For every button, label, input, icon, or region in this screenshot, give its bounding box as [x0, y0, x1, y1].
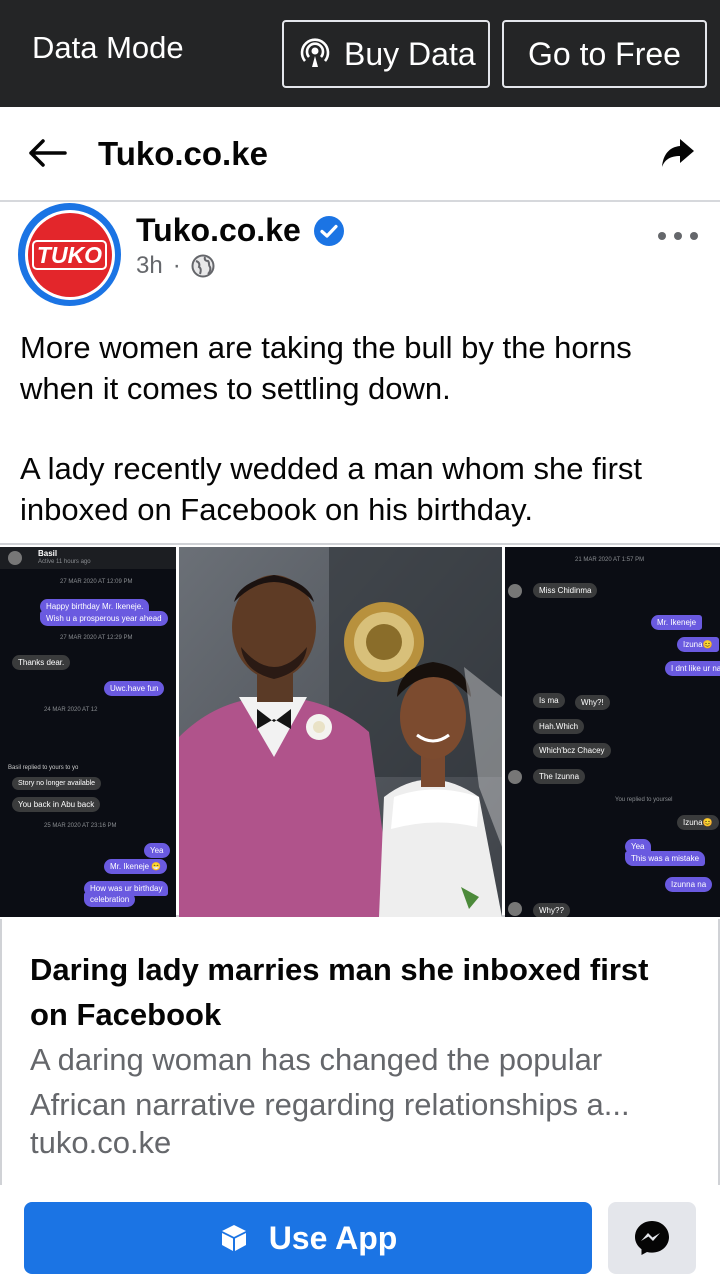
- wedding-couple-illustration: [179, 547, 502, 917]
- tuko-logo: TUKO: [31, 239, 108, 270]
- more-dot-icon: [658, 232, 666, 240]
- page-name-text: Tuko.co.ke: [136, 212, 301, 248]
- more-dot-icon: [690, 232, 698, 240]
- go-to-free-button[interactable]: Go to Free: [502, 20, 707, 88]
- post-paragraph: More women are taking the bull by the ho…: [20, 330, 632, 406]
- data-mode-label: Data Mode: [32, 30, 184, 65]
- link-title: Daring lady marries man she inboxed firs…: [30, 952, 649, 1032]
- chat-message: Mr. Ikeneje: [651, 615, 703, 630]
- chat-message: You back in Abu back: [12, 797, 101, 812]
- chat-message: Story no longer available: [12, 777, 102, 790]
- chat-message: The Izunna: [533, 769, 586, 784]
- post-time[interactable]: 3h: [136, 252, 163, 280]
- cube-icon: [219, 1223, 269, 1253]
- chat-message: Izuna😊: [677, 637, 719, 652]
- buy-data-label: Buy Data: [344, 35, 476, 72]
- chat-message: I dnt like ur name: [665, 661, 720, 676]
- chat-message: Which'bcz Chacey: [533, 743, 611, 758]
- back-button[interactable]: [24, 133, 70, 173]
- chat-contact-name: Basil: [38, 549, 58, 558]
- chat-timestamp: 21 MAR 2020 AT 1:57 PM: [575, 557, 645, 563]
- share-arrow-icon: [660, 137, 696, 169]
- chat-message: Miss Chidinma: [533, 583, 598, 598]
- chat-reply-note: Basil replied to yours to yo: [8, 765, 79, 771]
- chat-message: Why??: [533, 903, 570, 917]
- chat-message: celebration: [84, 892, 136, 907]
- chat-message: Mr. Ikeneje 😁: [104, 859, 168, 874]
- post-meta: 3h ·: [136, 252, 215, 280]
- link-domain: tuko.co.ke: [30, 1125, 172, 1160]
- globe-icon: [191, 254, 215, 278]
- wedding-photo[interactable]: [179, 547, 502, 917]
- chat-status: Active 11 hours ago: [38, 559, 91, 565]
- buy-data-button[interactable]: Buy Data: [282, 20, 490, 88]
- use-app-button[interactable]: Use App: [24, 1202, 592, 1274]
- use-app-label: Use App: [268, 1219, 398, 1256]
- chat-timestamp: 24 MAR 2020 AT 12: [44, 707, 98, 713]
- link-description: A daring woman has changed the popular A…: [30, 1042, 630, 1122]
- post-image-collage[interactable]: Basil Active 11 hours ago 27 MAR 2020 AT…: [0, 543, 720, 917]
- more-dot-icon: [674, 232, 682, 240]
- chat-timestamp: 25 MAR 2020 AT 23:16 PM: [44, 823, 117, 829]
- link-preview-card[interactable]: Daring lady marries man she inboxed firs…: [0, 919, 720, 1185]
- post-text: More women are taking the bull by the ho…: [20, 328, 700, 530]
- broadcast-icon: [298, 37, 344, 71]
- meta-separator: ·: [172, 252, 181, 279]
- header-title: Tuko.co.ke: [98, 135, 268, 172]
- chat-timestamp: 27 MAR 2020 AT 12:09 PM: [60, 579, 133, 585]
- share-button[interactable]: [658, 133, 698, 173]
- more-options-button[interactable]: [658, 224, 698, 248]
- post-paragraph: A lady recently wedded a man whom she fi…: [20, 451, 643, 527]
- page-avatar[interactable]: TUKO: [18, 203, 121, 306]
- chat-message: Yea: [144, 843, 170, 858]
- chat-message: Why?!: [575, 695, 610, 710]
- chat-message: Is ma: [533, 693, 565, 708]
- chat-message: Izunna na: [665, 877, 713, 892]
- messenger-button[interactable]: [608, 1202, 696, 1274]
- chat-screenshot-left[interactable]: Basil Active 11 hours ago 27 MAR 2020 AT…: [0, 547, 176, 917]
- chat-message: Hah.Which: [533, 719, 585, 734]
- post-page-name[interactable]: Tuko.co.ke: [136, 212, 345, 249]
- chat-message: Wish u a prosperous year ahead: [40, 611, 168, 626]
- verified-badge-icon: [313, 215, 345, 247]
- chat-message: Thanks dear.: [12, 655, 71, 670]
- bottom-bar: Use App: [0, 1187, 720, 1287]
- chat-message: This was a mistake: [625, 851, 706, 866]
- chat-timestamp: 27 MAR 2020 AT 12:29 PM: [60, 635, 133, 641]
- data-mode-banner: Data Mode Buy Data Go to Free: [0, 0, 720, 107]
- go-to-free-label: Go to Free: [528, 35, 681, 72]
- chat-reply-note: You replied to yoursel: [615, 797, 673, 803]
- chat-message: Izuna😊: [677, 815, 719, 830]
- messenger-icon: [633, 1219, 671, 1257]
- chat-message: Uwc.have fun: [104, 681, 165, 696]
- arrow-left-icon: [27, 138, 67, 168]
- chat-screenshot-right[interactable]: 21 MAR 2020 AT 1:57 PM Miss Chidinma Mr.…: [505, 547, 720, 917]
- page-header: Tuko.co.ke: [0, 107, 720, 202]
